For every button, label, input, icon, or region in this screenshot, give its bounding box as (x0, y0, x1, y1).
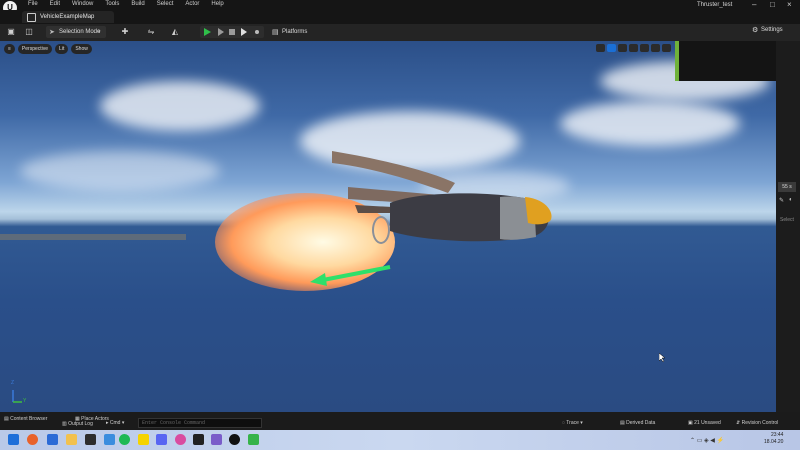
save-icon[interactable]: ▣ (6, 27, 16, 37)
close-icon[interactable]: × (787, 0, 792, 9)
step-icon[interactable] (218, 28, 224, 36)
snap-icon[interactable] (651, 44, 660, 52)
axis-indicator: Z Y (8, 380, 38, 408)
menu-window[interactable]: Window (72, 1, 93, 7)
brush-icon[interactable]: ✎ (779, 197, 784, 204)
media-icon[interactable] (211, 434, 222, 445)
selection-mode-dropdown[interactable]: ➤ Selection Mode ▾ (46, 26, 106, 38)
add-actor-icon[interactable]: ✚ (120, 27, 130, 37)
windows-start-icon[interactable] (8, 434, 19, 445)
trace-dropdown[interactable]: ◌ Trace ▾ (562, 420, 583, 426)
taskbar-clock[interactable]: 23:44 18.04.20 (764, 432, 783, 446)
axis-z-label: Z (11, 380, 15, 386)
trace-label: Trace (566, 420, 579, 426)
camera-speed-field[interactable]: 55 s (778, 182, 796, 192)
platforms-icon: ▤ (272, 29, 279, 36)
notes-icon[interactable] (138, 434, 149, 445)
place-actors-label: Place Actors (81, 416, 109, 422)
derived-data-label: Derived Data (626, 420, 656, 426)
scale-tool-icon[interactable] (629, 44, 638, 52)
revision-control-label: Revision Control (741, 420, 779, 426)
menu-select[interactable]: Select (157, 1, 174, 7)
menu-build[interactable]: Build (131, 1, 144, 7)
browser-icon[interactable] (104, 434, 115, 445)
cursor-icon: ➤ (49, 29, 55, 36)
content-browser-label: Content Browser (10, 416, 48, 422)
world-space-icon[interactable] (640, 44, 649, 52)
chrome-icon[interactable] (175, 434, 186, 445)
unsaved-button[interactable]: ▣ 21 Unsaved (688, 420, 721, 426)
document-tab-row (0, 10, 800, 24)
gear-icon: ⚙ (752, 27, 759, 34)
grid-icon[interactable] (662, 44, 671, 52)
project-name: Thruster_test (697, 2, 733, 8)
simulate-icon[interactable] (241, 28, 247, 36)
terminal-icon[interactable] (85, 434, 96, 445)
map-icon (27, 13, 36, 22)
sphere-icon[interactable]: ◐ (789, 197, 793, 203)
stop-icon[interactable] (229, 29, 235, 35)
revision-control-button[interactable]: ⇵ Revision Control (736, 420, 778, 426)
discord-icon[interactable] (156, 434, 167, 445)
axis-y-label: Y (23, 398, 27, 404)
unsaved-label: 21 Unsaved (694, 420, 721, 426)
platforms-label: Platforms (282, 29, 308, 35)
minimize-icon[interactable]: – (752, 0, 756, 9)
cmd-label: Cmd (109, 420, 121, 426)
select-tool-icon[interactable] (596, 44, 605, 52)
clock-date: 18.04.20 (764, 439, 784, 445)
content-icon[interactable]: ◫ (24, 27, 34, 37)
menu-help[interactable]: Help (211, 1, 223, 7)
firefox-icon[interactable] (27, 434, 38, 445)
file-explorer-icon[interactable] (66, 434, 77, 445)
place-actors-button[interactable]: ▦ Place Actors (75, 416, 109, 422)
viewport-side-strip (776, 41, 800, 412)
app-icon[interactable] (47, 434, 58, 445)
console-placeholder: Enter Console Command (142, 420, 206, 426)
tray-icons[interactable]: ⌃ ▭ ◈ ◀ ⚡ (690, 437, 724, 444)
force-arrow[interactable] (305, 261, 395, 291)
console-input[interactable]: Enter Console Command (138, 418, 262, 428)
content-browser-button[interactable]: ▤ Content Browser (4, 416, 47, 422)
spotify-icon[interactable] (119, 434, 130, 445)
tab-vehicle-example-map[interactable]: VehicleExampleMap (22, 11, 114, 23)
show-button[interactable]: Show (71, 44, 92, 54)
maximize-icon[interactable]: □ (770, 0, 775, 9)
cinematics-icon[interactable]: ◭ (170, 27, 180, 37)
play-controls (200, 26, 264, 38)
selection-mode-label: Selection Mode (59, 29, 101, 35)
main-menu: File Edit Window Tools Build Select Acto… (28, 1, 236, 7)
tab-label: VehicleExampleMap (40, 14, 95, 20)
overlay-panel (675, 41, 779, 81)
menu-actor[interactable]: Actor (185, 1, 199, 7)
viewport-menu-button[interactable]: ≡ (4, 44, 15, 54)
settings-label: Settings (761, 27, 783, 33)
epic-launcher-icon[interactable] (193, 434, 204, 445)
transform-tools (596, 44, 671, 52)
derived-data-button[interactable]: ▤ Derived Data (620, 420, 655, 426)
platforms-dropdown[interactable]: ▤ Platforms (272, 26, 316, 38)
lit-button[interactable]: Lit (55, 44, 69, 54)
utility-icon[interactable] (248, 434, 259, 445)
mouse-cursor-icon (658, 352, 666, 364)
nozzle-gizmo[interactable] (372, 216, 390, 244)
menu-tools[interactable]: Tools (105, 1, 119, 7)
unreal-taskbar-icon[interactable] (229, 434, 240, 445)
rotate-tool-icon[interactable] (618, 44, 627, 52)
menu-file[interactable]: File (28, 1, 38, 7)
ground-platform (0, 234, 186, 240)
play-icon[interactable] (204, 28, 211, 36)
thruster-vehicle[interactable] (320, 141, 560, 251)
viewport-toolbar: ≡ Perspective Lit Show (4, 44, 92, 54)
menu-edit[interactable]: Edit (50, 1, 60, 7)
move-tool-icon[interactable] (607, 44, 616, 52)
blueprint-icon[interactable]: ⇋ (146, 27, 156, 37)
options-icon[interactable] (255, 30, 259, 34)
select-label: Select (780, 217, 794, 223)
perspective-button[interactable]: Perspective (17, 44, 53, 54)
clock-time: 23:44 (770, 432, 784, 438)
chevron-down-icon: ▾ (98, 29, 101, 35)
